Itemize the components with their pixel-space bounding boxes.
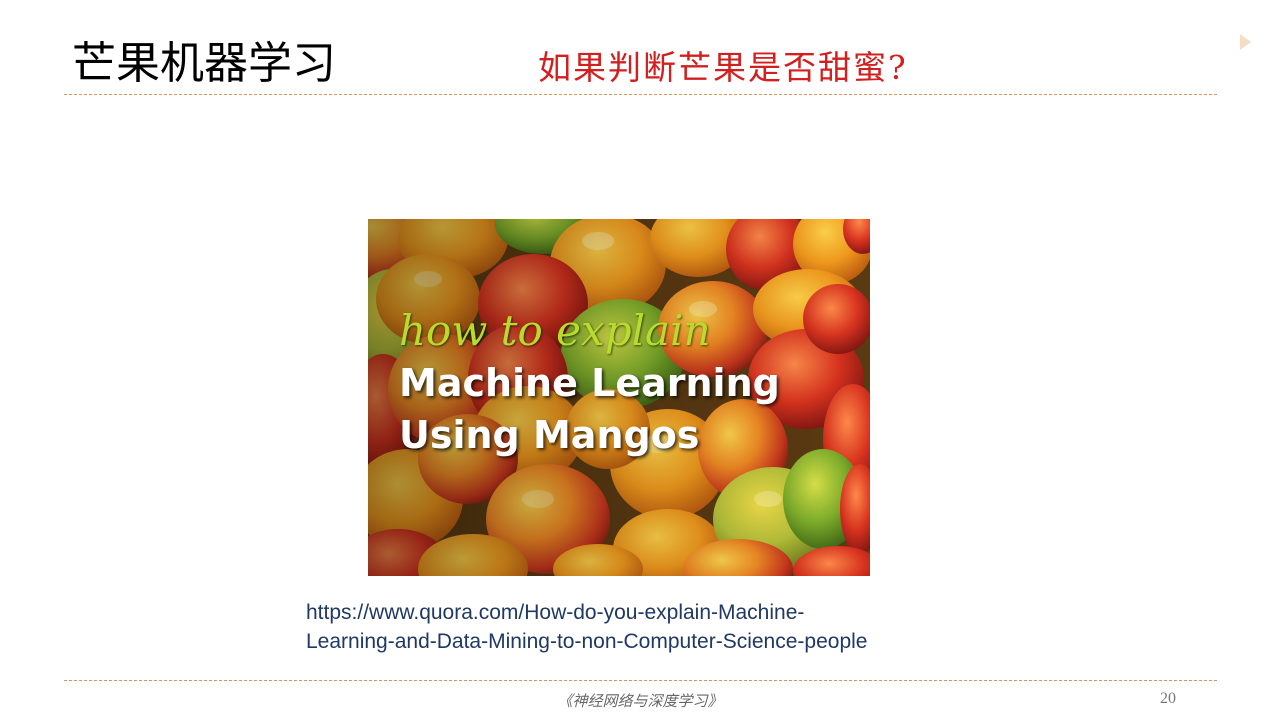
- image-caption-line-3: Using Mangos: [399, 413, 700, 457]
- source-link-line-1[interactable]: https://www.quora.com/How-do-you-explain…: [306, 598, 867, 627]
- image-caption-line-2: Machine Learning: [399, 361, 780, 405]
- footer-book-title: 《神经网络与深度学习》: [557, 692, 723, 710]
- image-caption-line-1: how to explain: [399, 306, 711, 355]
- image-caption: how to explain Machine Learning Using Ma…: [399, 305, 859, 461]
- slide-subtitle: 如果判断芒果是否甜蜜?: [538, 48, 908, 87]
- source-link-line-2[interactable]: Learning-and-Data-Mining-to-non-Computer…: [306, 627, 867, 656]
- source-link[interactable]: https://www.quora.com/How-do-you-explain…: [306, 598, 867, 656]
- next-slide-arrow-icon[interactable]: [1240, 34, 1251, 50]
- page-number: 20: [1160, 690, 1176, 707]
- slide: 芒果机器学习 如果判断芒果是否甜蜜? how to explain Machin…: [0, 0, 1280, 720]
- mango-photo: how to explain Machine Learning Using Ma…: [368, 219, 870, 576]
- slide-title: 芒果机器学习: [72, 38, 336, 89]
- header-divider: [64, 94, 1217, 95]
- footer-divider: [64, 680, 1217, 681]
